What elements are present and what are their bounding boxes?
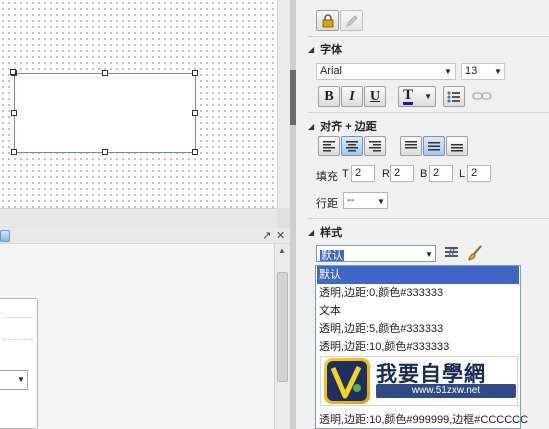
lower-panel-scrollbar[interactable]: ▲ [274,244,290,429]
font-size-value: 13 [465,65,478,77]
scrollbar-thumb[interactable] [277,272,288,382]
watermark-url: www.51zxw.net [376,384,516,398]
canvas-edge-handle[interactable] [10,69,16,75]
style-option[interactable]: 透明,边距:5,颜色#333333 [317,320,519,338]
bold-button[interactable]: B [318,86,340,107]
edit-icon [345,14,358,27]
lock-icon [322,13,333,27]
align-section-title: 对齐 + 边距 [320,121,377,133]
lower-panel-titlebar: ↗ ✕ [0,228,290,244]
style-option[interactable]: 默认 [317,266,519,284]
lower-panel-body [0,244,274,429]
italic-label: I [349,88,355,104]
line-spacing-value: -- [347,194,355,206]
resize-handle-b[interactable] [102,149,108,155]
padding-bottom-value: 2 [433,167,440,179]
chevron-down-icon: ▼ [444,67,452,76]
underline-label: U [369,88,381,104]
resize-handle-t[interactable] [102,70,108,76]
chevron-down-icon: ▼ [377,197,385,206]
bullet-list-icon [447,91,460,102]
resize-handle-tr[interactable] [192,70,198,76]
canvas-vertical-scrollbar[interactable] [277,0,290,208]
bold-label: B [324,88,334,104]
font-section-title: 字体 [320,44,343,56]
padding-top-input[interactable]: 2 [351,165,375,182]
padding-left-input[interactable]: 2 [467,165,491,182]
chevron-down-icon: ▼ [494,67,502,76]
line-spacing-label: 行距 [316,198,338,210]
style-select-value: 默认 [320,250,344,262]
style-option[interactable]: 透明,边距:10,颜色#999999,边框#CCCCCC [317,411,528,429]
underline-button[interactable]: U [364,86,386,107]
style-section-header[interactable]: ◢ 样式 [308,224,342,240]
canvas-horizontal-scrollbar[interactable] [0,208,277,228]
lower-panel-select[interactable]: ▼ [0,370,28,390]
font-family-value: Arial [320,65,343,77]
valign-bottom-icon [451,144,463,152]
align-center-button[interactable] [341,136,363,156]
padding-right-value: 2 [394,167,401,179]
scroll-corner [277,208,290,228]
padding-left-value: 2 [471,167,478,179]
padding-top-value: 2 [355,167,362,179]
style-editor-icon[interactable] [444,246,460,263]
selected-shape[interactable] [11,70,198,155]
bullet-list-button[interactable] [443,86,465,107]
edit-button[interactable] [340,10,363,31]
padding-bottom-label: B [420,168,428,180]
lock-button[interactable] [316,10,339,31]
style-section-title: 样式 [320,227,343,239]
align-right-icon [369,141,381,152]
design-canvas[interactable] [0,0,277,208]
resize-handle-bl[interactable] [11,149,17,155]
style-select[interactable]: 默认 [316,245,436,262]
valign-top-icon [405,141,417,149]
padding-right-label: R [382,168,390,180]
link-icon[interactable] [472,90,492,105]
collapse-triangle-icon: ◢ [308,121,315,131]
text-color-button[interactable]: T ▼ [398,86,436,107]
padding-right-input[interactable]: 2 [390,165,414,182]
padding-bottom-input[interactable]: 2 [429,165,453,182]
align-right-button[interactable] [364,136,386,156]
chevron-down-icon: ▼ [425,250,433,259]
align-center-icon [346,141,358,152]
font-section-header[interactable]: ◢ 字体 [308,41,342,57]
italic-button[interactable]: I [341,86,363,107]
scroll-up-icon[interactable]: ▲ [278,246,286,255]
valign-bottom-button[interactable] [446,136,468,156]
lower-panel-card [0,298,38,429]
valign-top-button[interactable] [400,136,422,156]
pin-icon[interactable]: ↗ [262,229,271,242]
padding-left-label: L [459,168,466,180]
resize-handle-br[interactable] [192,149,198,155]
collapse-triangle-icon: ◢ [308,44,315,54]
align-left-icon [323,141,335,152]
align-section-header[interactable]: ◢ 对齐 + 边距 [308,118,377,134]
panel-slider-thumb[interactable] [0,230,10,242]
resize-handle-r[interactable] [192,110,198,116]
style-option[interactable]: 透明,边距:10,颜色#333333 [317,338,519,356]
font-family-select[interactable]: Arial [316,63,456,80]
padding-top-label: T [342,168,349,180]
chevron-down-icon: ▼ [17,375,25,384]
valign-middle-button[interactable] [423,136,445,156]
style-option[interactable]: 透明,边距:0,颜色#333333 [317,284,519,302]
align-left-button[interactable] [318,136,340,156]
brush-icon[interactable] [466,244,484,265]
watermark-logo [324,358,370,404]
valign-middle-icon [428,142,440,151]
collapse-triangle-icon: ◢ [308,227,315,237]
padding-label: 填充 [316,171,338,183]
chevron-down-icon: ▼ [424,92,432,101]
style-option[interactable]: 文本 [317,302,519,320]
close-icon[interactable]: ✕ [276,229,285,242]
resize-handle-l[interactable] [11,110,17,116]
text-color-label: T [403,87,414,105]
